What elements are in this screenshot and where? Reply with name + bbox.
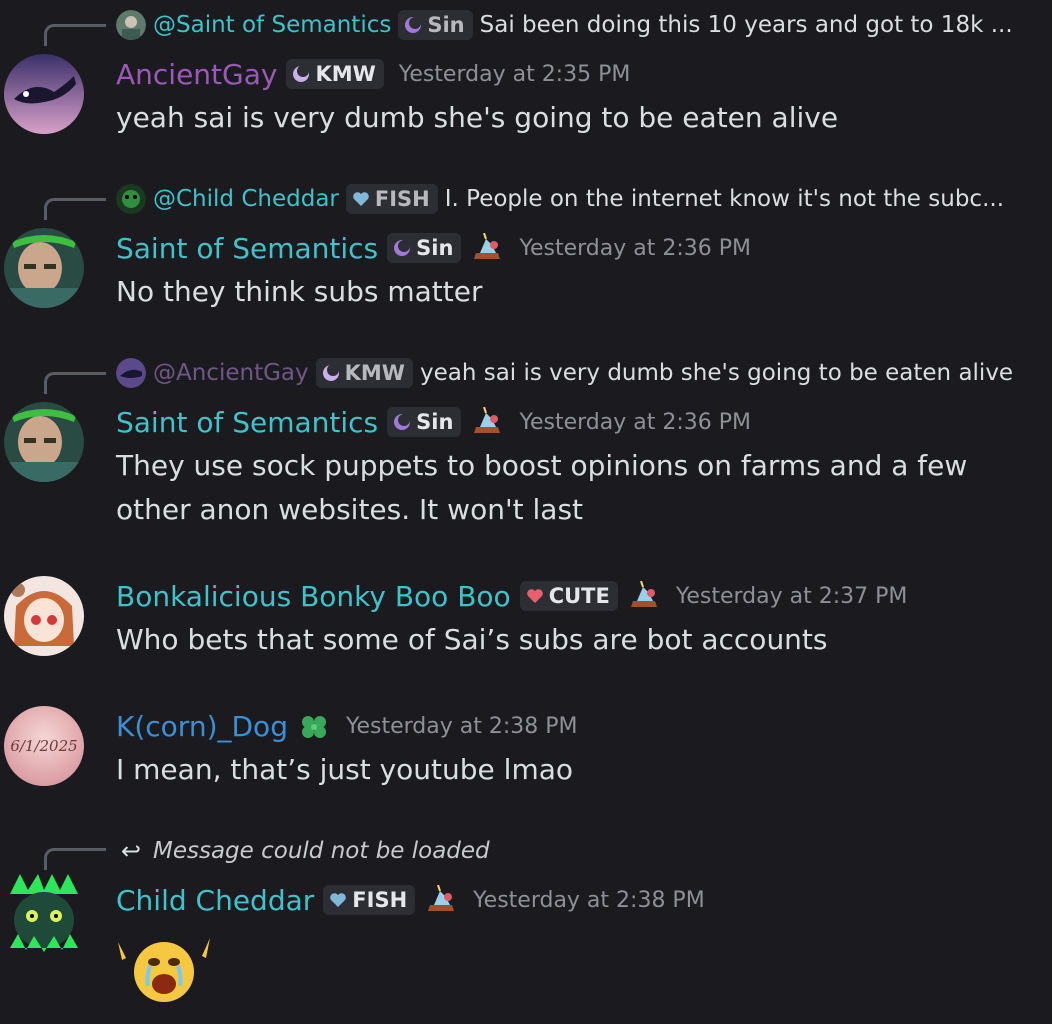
heart-icon xyxy=(526,589,543,603)
username[interactable]: AncientGay xyxy=(116,58,277,91)
timestamp[interactable]: Yesterday at 2:36 PM xyxy=(519,410,751,435)
reply-connector xyxy=(44,198,106,220)
heart-icon xyxy=(330,893,347,907)
role-tag[interactable]: FISH xyxy=(323,885,416,915)
tag-label: Sin xyxy=(416,236,454,260)
message-header: AncientGay KMW Yesterday at 2:35 PM xyxy=(116,54,630,94)
role-tag[interactable]: Sin xyxy=(387,407,462,437)
timestamp[interactable]: Yesterday at 2:36 PM xyxy=(519,236,751,261)
timestamp[interactable]: Yesterday at 2:38 PM xyxy=(346,714,578,739)
avatar[interactable] xyxy=(4,228,84,308)
tag-label: Sin xyxy=(427,13,465,37)
reply-arrow-icon: ↩ xyxy=(120,837,142,865)
reply-author[interactable]: @AncientGay xyxy=(153,360,309,386)
reply-preview[interactable]: @Child Cheddar FISH I. People on the int… xyxy=(116,182,1036,216)
avatar[interactable] xyxy=(116,184,146,214)
message-header: K(corn)_Dog Yesterday at 2:38 PM xyxy=(116,706,578,746)
heart-icon xyxy=(353,192,369,206)
message-text: No they think subs matter xyxy=(116,275,483,308)
message-text: yeah sai is very dumb she's going to be … xyxy=(116,101,839,134)
message-header: Child Cheddar FISH Yesterday at 2:38 PM xyxy=(116,880,705,920)
moon-icon xyxy=(405,17,422,33)
reply-text[interactable]: yeah sai is very dumb she's going to be … xyxy=(420,360,1013,386)
avatar[interactable] xyxy=(4,874,84,954)
tag-label: KMW xyxy=(344,361,405,385)
reply-connector xyxy=(44,24,106,46)
tag-label: Sin xyxy=(416,410,454,434)
reply-preview[interactable]: @AncientGay KMW yeah sai is very dumb sh… xyxy=(116,356,1036,390)
message-header: Saint of Semantics Sin Yesterday at 2:36… xyxy=(116,228,751,268)
message-text: They use sock puppets to boost opinions … xyxy=(116,449,968,526)
reply-preview[interactable]: @Saint of Semantics Sin Sai been doing t… xyxy=(116,8,1036,42)
reply-text: Message could not be loaded xyxy=(153,838,490,864)
username[interactable]: Saint of Semantics xyxy=(116,232,378,265)
unicorn-badge-icon[interactable] xyxy=(470,407,504,437)
username[interactable]: Child Cheddar xyxy=(116,884,314,917)
moon-icon xyxy=(322,364,339,381)
reply-connector xyxy=(44,848,106,870)
avatar[interactable] xyxy=(116,358,146,388)
moon-icon xyxy=(394,240,411,256)
timestamp[interactable]: Yesterday at 2:38 PM xyxy=(473,888,705,913)
avatar[interactable] xyxy=(4,576,84,656)
tag-label: FISH xyxy=(374,187,430,211)
moon-icon xyxy=(394,414,411,430)
username[interactable]: Bonkalicious Bonky Boo Boo xyxy=(116,580,511,613)
avatar[interactable]: 6/1/2025 xyxy=(4,706,84,786)
reply-preview[interactable]: ↩ Message could not be loaded xyxy=(116,834,1036,868)
role-tag[interactable]: KMW xyxy=(315,358,413,388)
avatar[interactable] xyxy=(116,10,146,40)
tag-label: KMW xyxy=(315,62,376,86)
tag-label: CUTE xyxy=(548,584,610,608)
timestamp[interactable]: Yesterday at 2:37 PM xyxy=(676,584,908,609)
username[interactable]: Saint of Semantics xyxy=(116,406,378,439)
username[interactable]: K(corn)_Dog xyxy=(116,710,288,743)
message-header: Bonkalicious Bonky Boo Boo CUTE Yesterda… xyxy=(116,576,907,616)
moon-icon xyxy=(293,65,310,82)
role-tag[interactable]: Sin xyxy=(398,10,473,40)
message-header: Saint of Semantics Sin Yesterday at 2:36… xyxy=(116,402,751,442)
unicorn-badge-icon[interactable] xyxy=(424,885,458,915)
reply-author[interactable]: @Saint of Semantics xyxy=(153,12,391,38)
role-tag[interactable]: FISH xyxy=(345,184,438,214)
timestamp[interactable]: Yesterday at 2:35 PM xyxy=(399,62,631,87)
reply-text[interactable]: Sai been doing this 10 years and got to … xyxy=(480,12,1013,38)
avatar[interactable] xyxy=(4,402,84,482)
reply-author[interactable]: @Child Cheddar xyxy=(153,186,339,212)
role-tag[interactable]: KMW xyxy=(286,59,384,89)
clover-icon[interactable] xyxy=(297,711,331,741)
message-text: Who bets that some of Sai’s subs are bot… xyxy=(116,623,828,656)
tag-label: FISH xyxy=(352,888,408,912)
crying-emoji-icon[interactable] xyxy=(112,928,216,1008)
role-tag[interactable]: CUTE xyxy=(519,581,618,611)
avatar-text: 6/1/2025 xyxy=(10,737,78,755)
avatar[interactable] xyxy=(4,54,84,134)
unicorn-badge-icon[interactable] xyxy=(627,581,661,611)
reply-connector xyxy=(44,372,106,394)
message-text: I mean, that’s just youtube lmao xyxy=(116,753,574,786)
role-tag[interactable]: Sin xyxy=(387,233,462,263)
reply-text[interactable]: I. People on the internet know it's not … xyxy=(445,186,1004,212)
unicorn-badge-icon[interactable] xyxy=(470,233,504,263)
